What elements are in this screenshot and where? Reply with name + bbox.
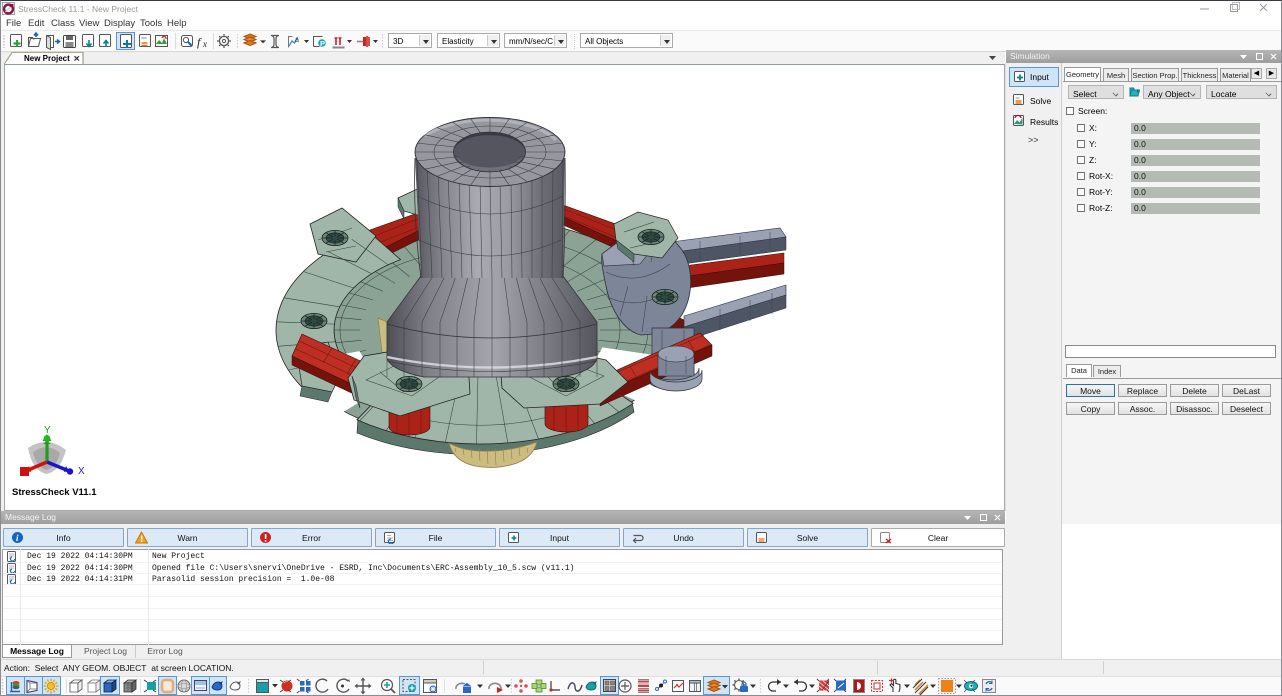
svg-text:Y: Y <box>44 425 51 436</box>
svg-text:a: a <box>295 37 299 44</box>
svg-text:x: x <box>202 39 207 49</box>
svg-text:f: f <box>197 35 202 49</box>
svg-text:P: P <box>320 39 325 48</box>
svg-text:X: X <box>78 466 85 477</box>
